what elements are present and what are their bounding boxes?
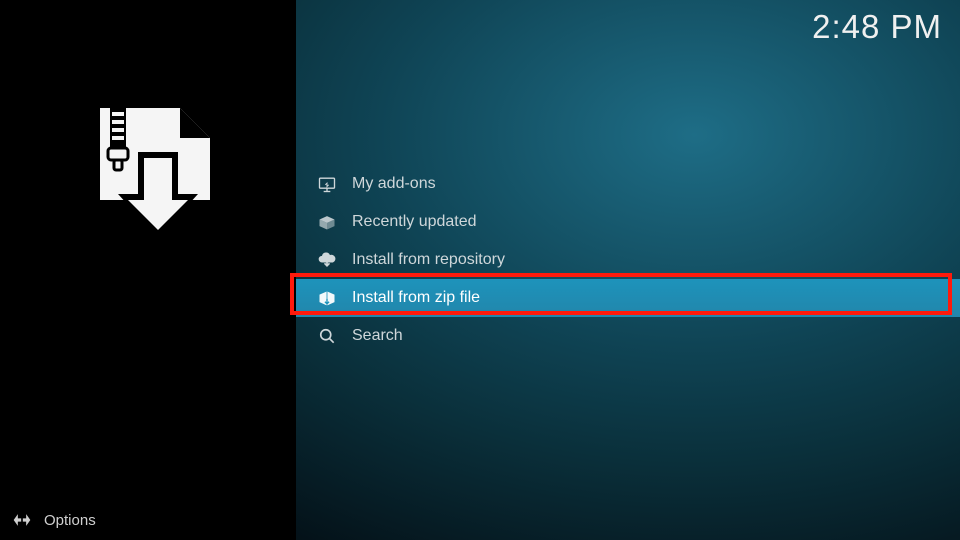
open-box-icon xyxy=(316,211,338,233)
footer-options-label: Options xyxy=(44,512,96,529)
menu-item-label: My add-ons xyxy=(352,175,436,193)
cloud-download-icon xyxy=(316,249,338,271)
search-icon xyxy=(316,325,338,347)
monitor-icon xyxy=(316,173,338,195)
sidebar xyxy=(0,0,296,540)
menu-item-label: Search xyxy=(352,327,403,345)
options-arrows-icon xyxy=(12,510,32,530)
menu-item-label: Install from repository xyxy=(352,251,505,269)
install-zip-large-icon xyxy=(80,108,220,248)
menu-item-search[interactable]: Search xyxy=(296,317,960,355)
menu-item-label: Recently updated xyxy=(352,213,477,231)
menu-item-recently-updated[interactable]: Recently updated xyxy=(296,203,960,241)
menu-item-my-addons[interactable]: My add-ons xyxy=(296,165,960,203)
menu-item-label: Install from zip file xyxy=(352,289,480,307)
menu-item-install-zip[interactable]: Install from zip file xyxy=(296,279,960,317)
menu-list: My add-ons Recently updated Install from… xyxy=(296,165,960,355)
footer-options[interactable]: Options xyxy=(12,510,96,530)
menu-item-install-repository[interactable]: Install from repository xyxy=(296,241,960,279)
box-zip-icon xyxy=(316,287,338,309)
clock: 2:48 PM xyxy=(812,8,942,46)
